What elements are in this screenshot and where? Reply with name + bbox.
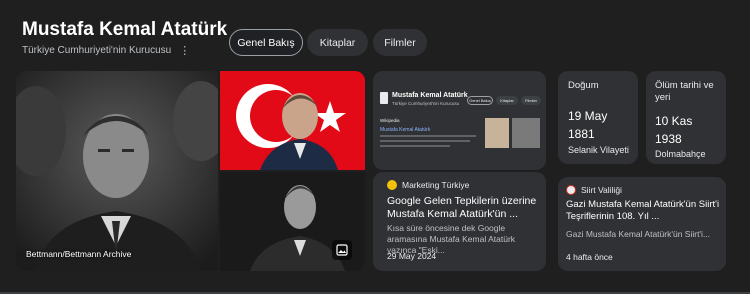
siirt-valiligi-icon xyxy=(566,185,576,195)
preview-text-line xyxy=(380,140,470,142)
entity-subtitle: Türkiye Cumhuriyeti'nin Kurucusu ⋮ xyxy=(22,45,190,56)
birth-place: Selanik Vilayeti xyxy=(568,145,629,155)
preview-thumb-icon xyxy=(380,92,388,104)
news-source: Marketing Türkiye xyxy=(387,180,469,190)
preview-text-line xyxy=(380,135,476,137)
death-place: Dolmabahçe xyxy=(655,149,706,159)
news-date: 4 hafta önce xyxy=(566,252,613,262)
preview-text-line xyxy=(380,145,450,147)
birth-label: Doğum xyxy=(568,80,599,91)
news-snippet: Gazi Mustafa Kemal Atatürk'ün Siirt'i... xyxy=(566,229,711,239)
tab-genel-bakis[interactable]: Genel Bakış xyxy=(229,29,303,56)
entity-title: Mustafa Kemal Atatürk xyxy=(22,19,228,40)
main-portrait-image[interactable] xyxy=(16,71,218,271)
death-fact-card[interactable]: Ölüm tarihi ve yeri 10 Kas 1938 Dolmabah… xyxy=(646,71,726,164)
birth-year: 1881 xyxy=(568,127,595,141)
preview-chip-2: Kitaplar xyxy=(496,96,518,105)
preview-title: Mustafa Kemal Atatürk xyxy=(392,92,468,99)
tab-filmler[interactable]: Filmler xyxy=(373,29,427,56)
news-date: 29 May 2024 xyxy=(387,251,437,261)
gallery-icon[interactable] xyxy=(332,240,352,260)
death-year: 1938 xyxy=(655,132,682,146)
preview-subtitle: Türkiye Cumhuriyeti'nin Kurucusu xyxy=(392,101,460,106)
news-source: Siirt Valiliği xyxy=(566,185,622,195)
search-preview-card[interactable]: Mustafa Kemal Atatürk Türkiye Cumhuriyet… xyxy=(373,71,546,170)
death-label: Ölüm tarihi ve yeri xyxy=(655,80,714,103)
image-credit: Bettmann/Bettmann Archive xyxy=(26,249,132,259)
preview-link: Mustafa Kemal Atatürk xyxy=(380,127,431,133)
birth-fact-card[interactable]: Doğum 19 May 1881 Selanik Vilayeti xyxy=(558,71,638,164)
flag-portrait-image[interactable] xyxy=(220,71,365,170)
preview-chip-1: Genel Bakış xyxy=(467,96,493,105)
preview-photo xyxy=(512,118,540,148)
tab-kitaplar[interactable]: Kitaplar xyxy=(307,29,368,56)
preview-photo xyxy=(485,118,509,148)
news-card[interactable]: Marketing Türkiye Google Gelen Tepkileri… xyxy=(373,172,546,271)
preview-source: Wikipedia xyxy=(380,118,400,123)
more-options-icon[interactable]: ⋮ xyxy=(179,45,190,56)
birth-date: 19 May xyxy=(568,109,608,123)
news-headline[interactable]: Google Gelen Tepkilerin üzerine Mustafa … xyxy=(387,195,537,221)
news-source-name: Siirt Valiliği xyxy=(581,185,622,195)
entity-subtitle-text: Türkiye Cumhuriyeti'nin Kurucusu xyxy=(22,45,172,56)
news-card[interactable]: Siirt Valiliği Gazi Mustafa Kemal Atatür… xyxy=(558,177,726,271)
news-source-name: Marketing Türkiye xyxy=(402,180,470,190)
marketing-turkiye-icon xyxy=(387,180,397,190)
preview-chip-3: Filmler xyxy=(521,96,541,105)
news-headline[interactable]: Gazi Mustafa Kemal Atatürk'ün Siirt'i Te… xyxy=(566,199,721,223)
death-date: 10 Kas xyxy=(655,114,693,128)
